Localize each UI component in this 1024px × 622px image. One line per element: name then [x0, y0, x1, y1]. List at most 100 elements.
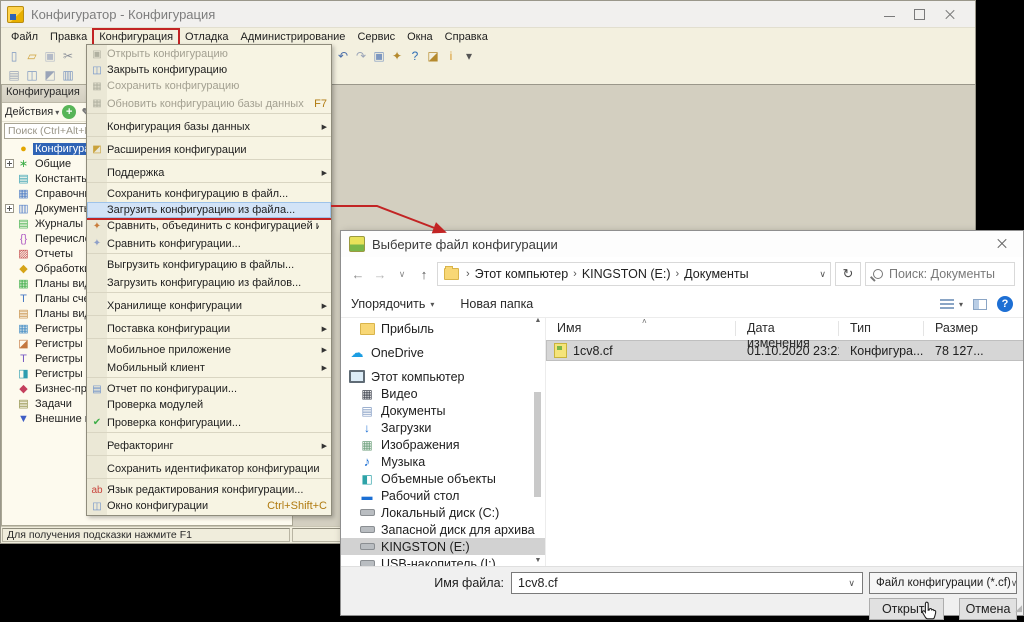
cut-icon[interactable]: ✂ [59, 48, 77, 64]
maximize-icon[interactable] [905, 4, 935, 24]
filetype-select[interactable]: Файл конфигурации (*.cf) ∨ [869, 572, 1017, 594]
resize-grip[interactable]: ◢ [1015, 603, 1022, 614]
new-folder-button[interactable]: Новая папка [460, 297, 533, 311]
nav-item[interactable]: OneDrive [341, 344, 545, 361]
scroll-up-icon[interactable]: ▲ [533, 317, 543, 327]
menu-item[interactable]: ◫ Закрыть конфигурацию [87, 62, 331, 78]
add-icon[interactable]: + [62, 105, 76, 119]
scroll-thumb[interactable] [534, 392, 541, 497]
menubar-item[interactable]: Справка [439, 29, 494, 45]
actions-dropdown[interactable]: Действия [5, 106, 59, 118]
view-mode-caret-icon[interactable]: ▾ [959, 300, 963, 309]
syntax-check-icon[interactable]: ✦ [388, 48, 406, 64]
nav-item[interactable]: Прибыль [341, 320, 545, 337]
nav-item[interactable]: Локальный диск (C:) [341, 504, 545, 521]
menu-item[interactable]: Загрузить конфигурацию из файла... [87, 202, 331, 218]
nav-scrollbar[interactable]: ▲ ▼ [533, 317, 543, 567]
menu-item[interactable]: ◫ Окно конфигурации Ctrl+Shift+C [87, 498, 331, 514]
view-mode-icon[interactable] [940, 299, 954, 310]
menu-item[interactable]: Выгрузить конфигурацию в файлы... [87, 257, 331, 273]
menu-item[interactable]: Хранилище конфигурации [87, 296, 331, 316]
menu-item[interactable]: ▤ Отчет по конфигурации... [87, 381, 331, 397]
nav-item[interactable]: Объемные объекты [341, 470, 545, 487]
menu-item[interactable]: ▦ Сохранить конфигурацию [87, 78, 331, 94]
organize-button[interactable]: Упорядочить [351, 297, 434, 311]
help-search-icon[interactable]: ? [406, 48, 424, 64]
dialog-titlebar[interactable]: Выберите файл конфигурации [341, 231, 1023, 257]
preview-pane-icon[interactable] [973, 299, 987, 310]
redo-icon[interactable]: ↷ [352, 48, 370, 64]
menu-item[interactable]: ▦ Обновить конфигурацию базы данных F7 [87, 94, 331, 114]
refresh-icon[interactable] [835, 262, 861, 286]
nav-item[interactable]: KINGSTON (E:) [341, 538, 545, 555]
menu-item[interactable]: ◩ Расширения конфигурации [87, 140, 331, 160]
menu-item[interactable]: ▣ Открыть конфигурацию [87, 46, 331, 62]
config-window-icon[interactable]: ◫ [23, 67, 41, 83]
nav-item[interactable]: Этот компьютер [341, 368, 545, 385]
undo-icon[interactable]: ↶ [334, 48, 352, 64]
nav-item[interactable]: Музыка [341, 453, 545, 470]
expand-icon[interactable] [5, 159, 14, 168]
menu-item[interactable]: Поддержка [87, 163, 331, 183]
minimize-icon[interactable] [875, 4, 905, 24]
menu-item[interactable]: Проверка модулей [87, 397, 331, 413]
column-header-date[interactable]: Дата изменения [736, 321, 839, 336]
back-icon[interactable] [349, 263, 367, 285]
menu-item[interactable]: ✦ Сравнить, объединить с конфигурацией и… [87, 218, 331, 234]
menu-item[interactable]: ✦ Сравнить конфигурации... [87, 234, 331, 254]
toolbar-more-icon[interactable]: ▾ [460, 48, 478, 64]
breadcrumb-item[interactable]: Документы [684, 267, 748, 281]
expand-icon[interactable] [5, 204, 14, 213]
menubar-item[interactable]: Отладка [179, 29, 234, 45]
column-header-size[interactable]: Размер [924, 321, 1023, 336]
menubar-item[interactable]: Администрирование [235, 29, 352, 45]
nav-item[interactable]: Видео [341, 385, 545, 402]
filename-caret-icon[interactable]: ∨ [848, 578, 855, 589]
copy-icon[interactable]: ▣ [370, 48, 388, 64]
database-icon[interactable]: ◩ [41, 67, 59, 83]
nav-item[interactable]: Загрузки [341, 419, 545, 436]
breadcrumb-item[interactable]: Этот компьютер [475, 267, 568, 281]
nav-item[interactable]: Запасной диск для архива [341, 521, 545, 538]
save-icon[interactable]: ▣ [41, 48, 59, 64]
breadcrumb-item[interactable]: KINGSTON (E:) [582, 267, 671, 281]
dialog-close-icon[interactable] [989, 234, 1015, 254]
forward-icon[interactable] [371, 263, 389, 285]
menu-item[interactable]: Конфигурация базы данных [87, 117, 331, 137]
help-icon[interactable]: ? [997, 296, 1013, 312]
help-contents-icon[interactable]: ◪ [424, 48, 442, 64]
menubar-item[interactable]: Сервис [351, 29, 401, 45]
titlebar[interactable]: Конфигуратор - Конфигурация [1, 1, 975, 27]
menu-item[interactable]: Мобильное приложение [87, 342, 331, 358]
menu-item[interactable]: ✔ Проверка конфигурации... [87, 413, 331, 433]
nav-item[interactable]: Изображения [341, 436, 545, 453]
menu-item[interactable]: Рефакторинг [87, 436, 331, 456]
nav-item[interactable]: Рабочий стол [341, 487, 545, 504]
column-header-type[interactable]: Тип [839, 321, 924, 336]
menubar-item[interactable]: Файл [5, 29, 44, 45]
menu-item[interactable]: Мобильный клиент [87, 358, 331, 378]
info-icon[interactable]: i [442, 48, 460, 64]
window-panel-icon[interactable]: ▥ [59, 67, 77, 83]
config-objects-icon[interactable]: ▤ [5, 67, 23, 83]
menubar-item[interactable]: Окна [401, 29, 439, 45]
filename-input[interactable]: 1cv8.cf ∨ [511, 572, 863, 594]
search-input[interactable]: Поиск: Документы [865, 262, 1015, 286]
open-file-icon[interactable]: ▱ [23, 48, 41, 64]
up-icon[interactable] [415, 263, 433, 285]
menu-item[interactable]: Сохранить идентификатор конфигурации в ф… [87, 459, 331, 479]
nav-item[interactable]: Документы [341, 402, 545, 419]
cancel-button[interactable]: Отмена [959, 598, 1017, 620]
breadcrumb-caret-icon[interactable]: ∨ [819, 269, 826, 280]
new-file-icon[interactable]: ▯ [5, 48, 23, 64]
filetype-caret-icon[interactable]: ∨ [1011, 578, 1018, 589]
menu-item[interactable]: ab Язык редактирования конфигурации... [87, 482, 331, 498]
menubar-item[interactable]: Конфигурация [93, 29, 179, 45]
menu-item[interactable]: Загрузить конфигурацию из файлов... [87, 273, 331, 293]
breadcrumb[interactable]: › Этот компьютер › KINGSTON (E:) › Докум… [437, 262, 831, 286]
menu-item[interactable]: Поставка конфигурации [87, 319, 331, 339]
column-header-name[interactable]: Имя [546, 321, 736, 336]
menubar-item[interactable]: Правка [44, 29, 93, 45]
close-icon[interactable] [935, 4, 965, 24]
history-dropdown-icon[interactable] [393, 263, 411, 285]
